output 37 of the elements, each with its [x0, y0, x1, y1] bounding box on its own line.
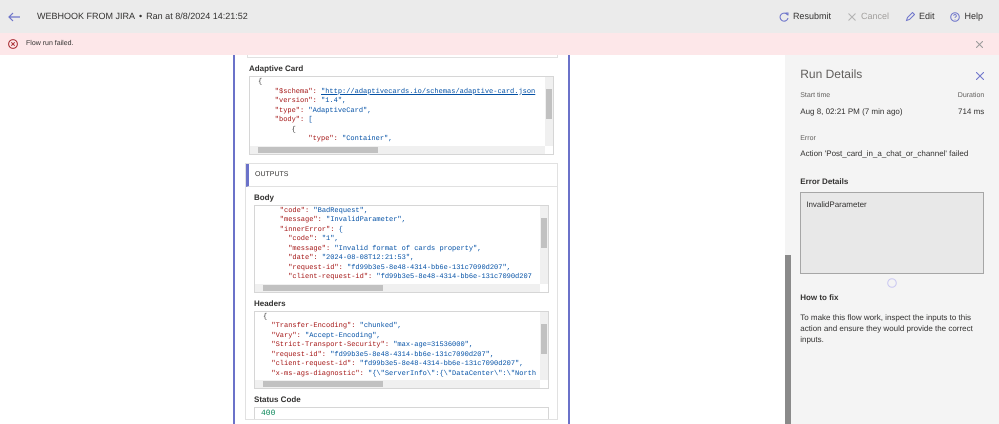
- scrollbar-thumb[interactable]: [258, 146, 378, 152]
- how-to-fix-heading: How to fix: [800, 292, 840, 304]
- field-label: Adaptive Card: [249, 64, 304, 74]
- scrollbar-thumb[interactable]: [541, 324, 547, 354]
- help-icon: [950, 12, 960, 22]
- code-viewer[interactable]: [254, 204, 549, 292]
- toolbar-button[interactable]: Resubmit: [778, 10, 831, 24]
- panel-title: Run Details: [800, 66, 862, 83]
- field-label: Body: [254, 192, 275, 202]
- error-details-field[interactable]: InvalidParameter: [800, 192, 984, 274]
- error-value: Action 'Post_card_in_a_chat_or_channel' failed: [800, 148, 970, 160]
- back-arrow-icon[interactable]: [8, 12, 21, 22]
- start-time-value: Aug 8, 02:21 PM (7 min ago): [800, 106, 903, 118]
- field-label: Status Code: [254, 395, 302, 405]
- duration-value: 714 ms: [958, 106, 984, 118]
- scrollbar-thumb[interactable]: [263, 284, 383, 290]
- scrollbar-thumb[interactable]: [785, 255, 792, 424]
- close-icon[interactable]: [976, 40, 983, 48]
- close-icon: [846, 12, 857, 22]
- toolbar-button[interactable]: Edit: [904, 10, 934, 24]
- value-field[interactable]: 400: [254, 407, 549, 419]
- error-icon: [8, 39, 18, 49]
- run-time: Ran at 8/8/2024 14:21:52: [146, 10, 248, 23]
- pencil-icon: [904, 12, 915, 22]
- refresh-icon: [778, 12, 789, 22]
- code-viewer[interactable]: [254, 310, 549, 389]
- how-to-fix-text: To make this flow work, inspect the inputs to this action and ensure they would provide the correct inputs.: [800, 312, 974, 345]
- scrollbar-thumb[interactable]: [541, 218, 547, 248]
- flow-title: WEBHOOK FROM JIRA: [37, 10, 136, 23]
- close-icon[interactable]: [976, 72, 984, 80]
- scrollbar-thumb[interactable]: [263, 381, 383, 387]
- error-details-label: Error Details: [800, 176, 850, 188]
- field-label: Headers: [254, 298, 287, 308]
- spinner-icon: [887, 278, 898, 288]
- title-separator: •: [139, 10, 142, 23]
- scrollbar-thumb[interactable]: [546, 89, 552, 119]
- toolbar-button[interactable]: Help: [950, 10, 983, 24]
